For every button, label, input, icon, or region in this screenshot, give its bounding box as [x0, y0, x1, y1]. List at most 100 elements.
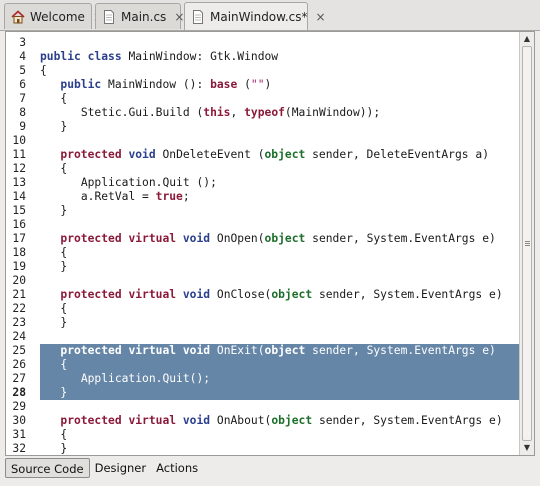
- line-number: 24: [12, 330, 26, 343]
- source-editor[interactable]: 3 4 public class MainWindow: Gtk.Window 5{6…: [5, 31, 535, 456]
- code-text: }: [40, 120, 68, 133]
- code-text: protected virtual void OnOpen(object sen…: [60, 232, 496, 245]
- code-line[interactable]: 19 }: [6, 260, 522, 274]
- tab-mainwindow-cs[interactable]: MainWindow.cs* ×: [184, 2, 326, 30]
- code-text: }: [40, 442, 68, 455]
- code-line[interactable]: 7 {: [6, 92, 522, 106]
- code-text: Application.Quit ();: [80, 176, 217, 189]
- tab-label: Welcome: [30, 9, 85, 24]
- code-line[interactable]: 9 }: [6, 120, 522, 134]
- line-number: 16: [12, 218, 26, 231]
- code-line[interactable]: 4 public class MainWindow: Gtk.Window: [6, 50, 522, 64]
- code-line[interactable]: 3: [6, 36, 522, 50]
- code-text: {: [40, 64, 47, 77]
- document-icon: [191, 9, 205, 24]
- line-number: 18: [12, 246, 26, 259]
- code-text: {: [40, 162, 68, 175]
- code-text: protected virtual void OnAbout(object se…: [60, 414, 503, 427]
- line-number: 8: [19, 106, 26, 119]
- code-line[interactable]: 20: [6, 274, 522, 288]
- line-number: 31: [12, 428, 26, 441]
- code-line[interactable]: 31 {: [6, 428, 522, 442]
- line-number: 10: [12, 134, 26, 147]
- code-line[interactable]: 12 {: [6, 162, 522, 176]
- code-line[interactable]: 29: [6, 400, 522, 414]
- line-number: 19: [12, 260, 26, 273]
- line-number: 27: [12, 372, 26, 385]
- tab-label: MainWindow.cs*: [210, 9, 308, 24]
- code-line[interactable]: 30 protected virtual void OnAbout(object…: [6, 414, 522, 428]
- scrollbar-thumb[interactable]: [522, 46, 532, 441]
- tab-welcome[interactable]: Welcome ×: [4, 3, 103, 29]
- code-line[interactable]: 13 Application.Quit ();: [6, 176, 522, 190]
- code-line[interactable]: 16: [6, 218, 522, 232]
- code-text: protected virtual void OnClose(object se…: [60, 288, 503, 301]
- line-number: 14: [12, 190, 26, 203]
- line-number: 30: [12, 414, 26, 427]
- line-number: 28: [12, 386, 26, 399]
- tab-designer[interactable]: Designer: [90, 458, 152, 478]
- code-text: }: [40, 316, 68, 329]
- line-number: 29: [12, 400, 26, 413]
- code-line[interactable]: 6 public MainWindow (): base (""): [6, 78, 522, 92]
- line-number: 9: [19, 120, 26, 133]
- scroll-up-arrow-icon[interactable]: ▲: [520, 32, 534, 46]
- line-number: 20: [12, 274, 26, 287]
- code-line[interactable]: 24: [6, 330, 522, 344]
- selection-highlight: [40, 386, 522, 400]
- line-number: 12: [12, 162, 26, 175]
- code-line[interactable]: 28 }: [6, 386, 522, 400]
- code-line[interactable]: 21 protected virtual void OnClose(object…: [6, 288, 522, 302]
- code-line[interactable]: 14 a.RetVal = true;: [6, 190, 522, 204]
- document-icon: [102, 9, 116, 24]
- line-number: 17: [12, 232, 26, 245]
- close-icon[interactable]: ×: [316, 10, 326, 24]
- code-line[interactable]: 26 {: [6, 358, 522, 372]
- code-line[interactable]: 22 {: [6, 302, 522, 316]
- code-text: Application.Quit();: [80, 372, 211, 385]
- code-text: protected void OnDeleteEvent (object sen…: [60, 148, 490, 161]
- code-text: }: [40, 204, 68, 217]
- code-text: {: [40, 302, 68, 315]
- document-tab-bar: Welcome × Main.cs × MainWindow.cs* ×: [0, 0, 540, 31]
- code-line[interactable]: 17 protected virtual void OnOpen(object …: [6, 232, 522, 246]
- code-text: }: [40, 260, 68, 273]
- code-line[interactable]: 11 protected void OnDeleteEvent (object …: [6, 148, 522, 162]
- code-text: public class MainWindow: Gtk.Window: [40, 50, 279, 63]
- scroll-down-arrow-icon[interactable]: ▼: [520, 441, 534, 455]
- tab-actions[interactable]: Actions: [151, 458, 203, 478]
- code-text: public MainWindow (): base (""): [60, 78, 272, 91]
- code-area[interactable]: 3 4 public class MainWindow: Gtk.Window 5{6…: [6, 32, 522, 455]
- code-line[interactable]: 25 protected virtual void OnExit(object …: [6, 344, 522, 358]
- code-text: Stetic.Gui.Build (this, typeof(MainWindo…: [80, 106, 381, 119]
- code-text: {: [40, 92, 68, 105]
- line-number: 5: [19, 64, 26, 77]
- line-number: 15: [12, 204, 26, 217]
- code-line[interactable]: 18 {: [6, 246, 522, 260]
- line-number: 11: [12, 148, 26, 161]
- code-line[interactable]: 10: [6, 134, 522, 148]
- line-number: 26: [12, 358, 26, 371]
- code-line[interactable]: 8 Stetic.Gui.Build (this, typeof(MainWin…: [6, 106, 522, 120]
- code-text: {: [40, 428, 68, 441]
- code-text: {: [40, 358, 68, 371]
- code-text: {: [40, 246, 68, 259]
- code-line[interactable]: 27 Application.Quit();: [6, 372, 522, 386]
- code-line[interactable]: 15 }: [6, 204, 522, 218]
- code-text: }: [40, 386, 68, 399]
- home-icon: [11, 9, 25, 24]
- tab-source-code[interactable]: Source Code: [5, 458, 90, 478]
- code-line[interactable]: 23 }: [6, 316, 522, 330]
- view-tab-bar: Source Code Designer Actions: [5, 458, 203, 480]
- line-number: 6: [19, 78, 26, 91]
- line-number: 22: [12, 302, 26, 315]
- tab-label: Main.cs: [121, 9, 167, 24]
- line-number: 4: [19, 50, 26, 63]
- code-line[interactable]: 5{: [6, 64, 522, 78]
- line-number: 32: [12, 442, 26, 455]
- vertical-scrollbar[interactable]: ▲ ▼: [519, 32, 534, 455]
- line-number: 13: [12, 176, 26, 189]
- close-icon[interactable]: ×: [174, 10, 184, 24]
- tab-main-cs[interactable]: Main.cs ×: [95, 3, 184, 29]
- code-line[interactable]: 32 }: [6, 442, 522, 455]
